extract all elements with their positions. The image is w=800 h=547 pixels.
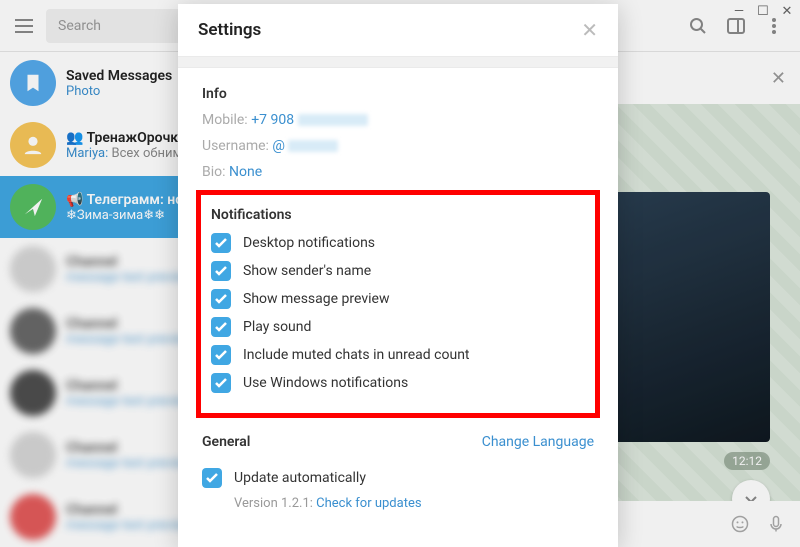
- checkbox-icon: [211, 289, 231, 309]
- checkbox-play-sound[interactable]: Play sound: [211, 317, 585, 337]
- checkbox-icon: [211, 345, 231, 365]
- checkbox-icon: [211, 261, 231, 281]
- checkbox-icon: [202, 468, 222, 488]
- checkbox-icon: [211, 373, 231, 393]
- checkbox-label: Use Windows notifications: [243, 375, 408, 391]
- checkbox-include-muted[interactable]: Include muted chats in unread count: [211, 345, 585, 365]
- checkbox-update-automatically[interactable]: Update automatically: [202, 468, 594, 488]
- close-icon[interactable]: ✕: [581, 18, 598, 42]
- checkbox-label: Update automatically: [234, 470, 366, 486]
- modal-title: Settings: [198, 20, 261, 40]
- mobile-value[interactable]: +7 908: [251, 112, 294, 128]
- info-heading: Info: [202, 86, 594, 102]
- info-mobile: Mobile: +7 908: [202, 112, 594, 128]
- general-heading: General: [202, 434, 250, 450]
- checkbox-label: Desktop notifications: [243, 235, 375, 251]
- checkbox-icon: [211, 233, 231, 253]
- checkbox-windows-notifications[interactable]: Use Windows notifications: [211, 373, 585, 393]
- checkbox-label: Include muted chats in unread count: [243, 347, 470, 363]
- modal-header: Settings ✕: [178, 4, 618, 56]
- bio-value[interactable]: None: [229, 164, 262, 180]
- highlighted-section: Notifications Desktop notifications Show…: [196, 190, 600, 418]
- checkbox-desktop-notifications[interactable]: Desktop notifications: [211, 233, 585, 253]
- info-username: Username: @: [202, 138, 594, 154]
- checkbox-show-sender[interactable]: Show sender's name: [211, 261, 585, 281]
- settings-modal: Settings ✕ Info Mobile: +7 908 Username:…: [178, 4, 618, 547]
- username-value[interactable]: @: [272, 138, 285, 154]
- checkbox-label: Show sender's name: [243, 263, 371, 279]
- info-bio: Bio: None: [202, 164, 594, 180]
- change-language-link[interactable]: Change Language: [482, 434, 594, 450]
- checkbox-icon: [211, 317, 231, 337]
- checkbox-label: Play sound: [243, 319, 311, 335]
- check-updates-link[interactable]: Check for updates: [316, 496, 421, 511]
- version-text: Version 1.2.1: Check for updates: [234, 496, 594, 511]
- checkbox-label: Show message preview: [243, 291, 389, 307]
- checkbox-message-preview[interactable]: Show message preview: [211, 289, 585, 309]
- notifications-heading: Notifications: [211, 207, 585, 223]
